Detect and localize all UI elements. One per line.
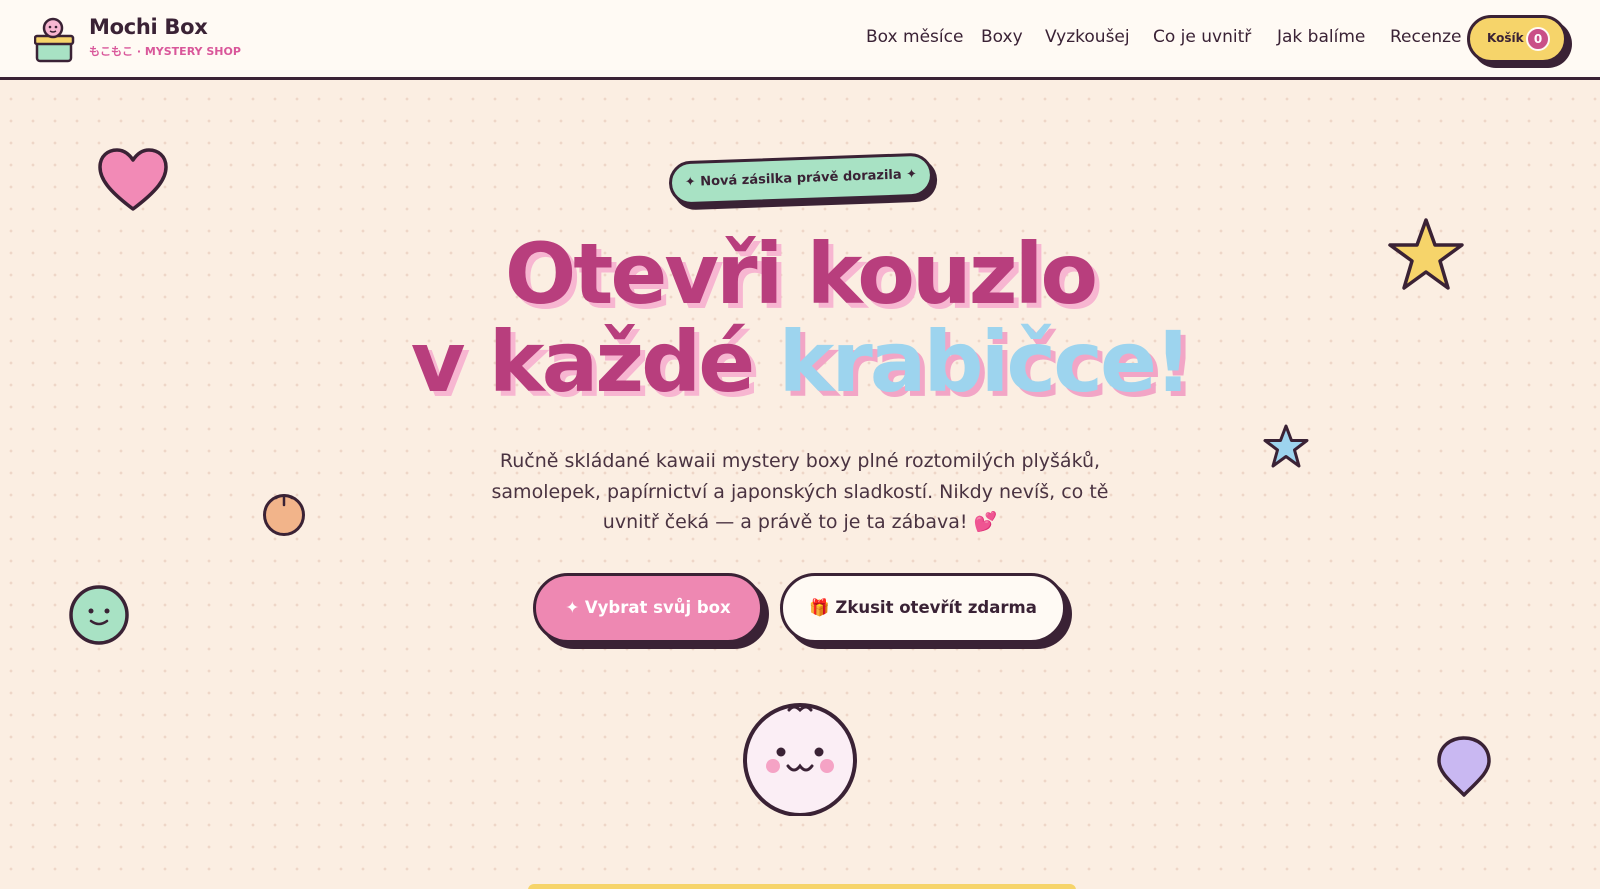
cart-label: Košík (1487, 31, 1524, 45)
brand-tagline: もこもこ · MYSTERY SHOP (89, 45, 241, 58)
next-section-peek (528, 884, 1076, 889)
smiley-icon (69, 585, 129, 645)
nav-item-boxy[interactable]: Boxy (981, 27, 1023, 47)
try-open-free-button[interactable]: 🎁 Zkusit otevřít zdarma (780, 573, 1066, 643)
nav-item-box-mesice[interactable]: Box měsíce (866, 27, 963, 47)
site-header: Mochi Box もこもこ · MYSTERY SHOP Box měsíce… (0, 0, 1600, 80)
nav-item-co-je-uvnitr[interactable]: Co je uvnitř (1153, 27, 1251, 47)
choose-box-button[interactable]: ✦ Vybrat svůj box (533, 573, 763, 643)
nav-item-vyzkousej[interactable]: Vyzkoušej (1045, 27, 1130, 47)
peach-icon (263, 494, 305, 536)
cart-button[interactable]: Košík 0 (1467, 15, 1567, 63)
hero-headline-line-2: v každé krabičce! (0, 316, 1600, 408)
mochi-box-logo-icon[interactable] (34, 16, 76, 64)
balloon-icon (1437, 736, 1491, 797)
brand-name[interactable]: Mochi Box (89, 15, 208, 39)
hero-headline-prefix: v každé (410, 313, 779, 411)
nav-item-jak-balime[interactable]: Jak balíme (1277, 27, 1365, 47)
blue-star-icon (1263, 424, 1309, 468)
hero-headline-line-1: Otevři kouzlo (504, 225, 1098, 323)
nav-item-recenze[interactable]: Recenze (1390, 27, 1461, 47)
cart-count-badge: 0 (1526, 27, 1550, 51)
hero-description: Ručně skládané kawaii mystery boxy plné … (491, 450, 1109, 533)
heart-icon (98, 148, 168, 211)
new-shipment-badge-label: ✦ Nová zásilka právě dorazila ✦ (668, 152, 934, 206)
hero-headline-accent: krabičce! (778, 313, 1193, 411)
new-shipment-badge: ✦ Nová zásilka právě dorazila ✦ (668, 152, 938, 211)
star-icon (1388, 218, 1464, 290)
mochi-mascot-icon (743, 703, 857, 816)
